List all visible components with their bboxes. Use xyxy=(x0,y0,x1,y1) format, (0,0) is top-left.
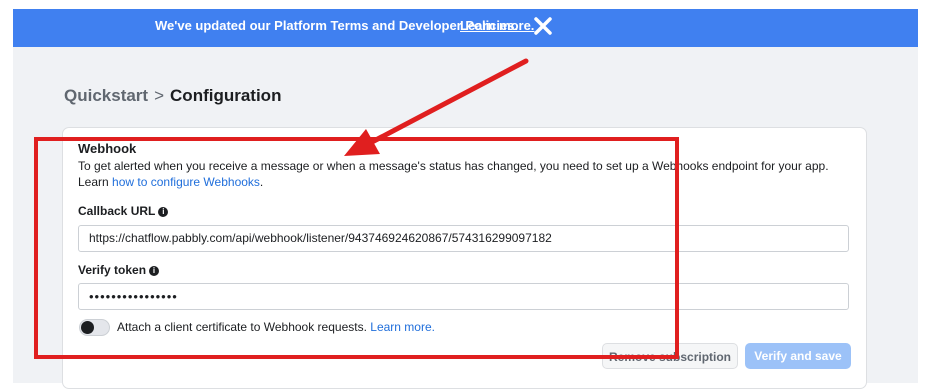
callback-url-label-text: Callback URL xyxy=(78,204,156,218)
client-certificate-toggle[interactable] xyxy=(79,319,110,336)
client-certificate-learn-more-link[interactable]: Learn more. xyxy=(370,320,435,334)
verify-and-save-button[interactable]: Verify and save xyxy=(745,343,851,369)
breadcrumb-quickstart[interactable]: Quickstart xyxy=(64,86,148,105)
close-x-icon[interactable] xyxy=(532,15,554,37)
verify-token-input[interactable]: •••••••••••••••• xyxy=(78,283,849,310)
info-icon[interactable]: i xyxy=(158,207,169,217)
banner-learn-more-link[interactable]: Learn more. xyxy=(460,18,534,33)
client-certificate-label: Attach a client certificate to Webhook r… xyxy=(117,320,367,334)
info-icon[interactable]: i xyxy=(149,266,160,276)
webhook-title: Webhook xyxy=(78,141,137,156)
verify-token-label: Verify token i xyxy=(78,263,160,277)
toggle-knob xyxy=(81,321,94,334)
callback-url-label: Callback URL i xyxy=(78,204,169,218)
webhook-description-end: . xyxy=(259,175,264,189)
configure-webhooks-link[interactable]: how to configure Webhooks xyxy=(112,175,260,189)
breadcrumb: Quickstart > Configuration xyxy=(64,86,281,106)
policy-banner: We've updated our Platform Terms and Dev… xyxy=(13,9,918,47)
breadcrumb-configuration: Configuration xyxy=(170,86,282,105)
verify-token-label-text: Verify token xyxy=(78,263,147,277)
client-certificate-text: Attach a client certificate to Webhook r… xyxy=(117,320,435,334)
breadcrumb-separator: > xyxy=(154,86,165,105)
remove-subscription-button[interactable]: Remove subscription xyxy=(602,343,738,369)
webhook-description: To get alerted when you receive a messag… xyxy=(78,158,858,190)
callback-url-input[interactable]: https://chatflow.pabbly.com/api/webhook/… xyxy=(78,225,849,252)
